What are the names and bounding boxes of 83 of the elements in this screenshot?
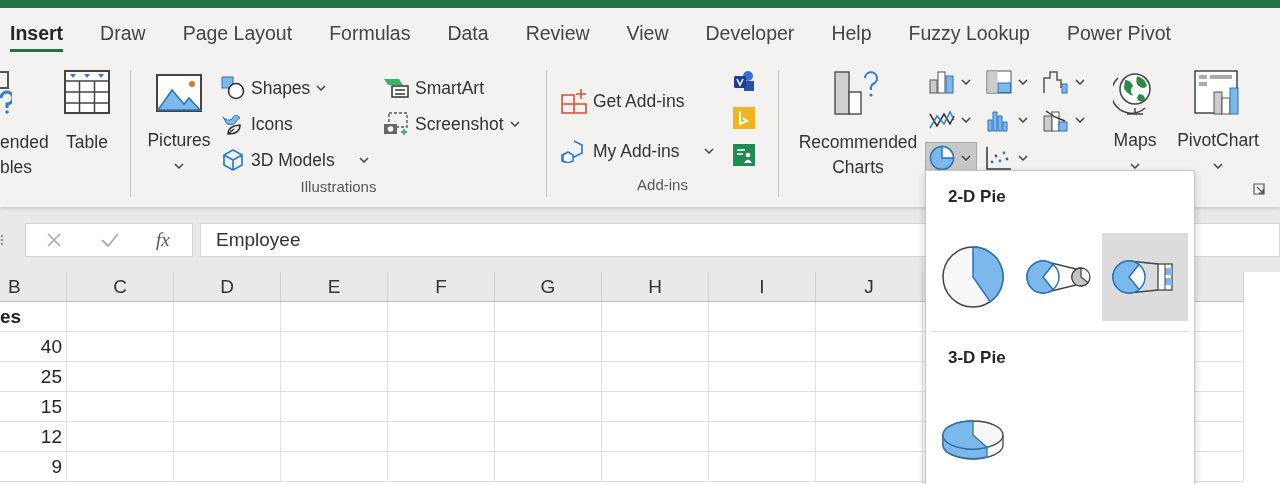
pivot-table-icon bbox=[0, 70, 12, 114]
caret-icon bbox=[1130, 163, 1140, 169]
column-header[interactable]: B bbox=[0, 272, 67, 302]
caret-icon bbox=[174, 163, 184, 169]
column-header[interactable]: G bbox=[495, 272, 602, 302]
caret-icon bbox=[316, 85, 327, 91]
table-cell: 40 bbox=[0, 332, 67, 362]
map-app-icon bbox=[733, 107, 755, 129]
ribbon-tab[interactable]: Help bbox=[831, 16, 872, 52]
scatter-chart-icon bbox=[986, 146, 1012, 170]
pie-of-pie-icon bbox=[1026, 259, 1092, 295]
combo-chart-icon bbox=[1043, 108, 1069, 132]
caret-icon bbox=[358, 157, 369, 163]
caret-icon bbox=[1018, 79, 1028, 85]
pivotchart-button[interactable]: PivotChart bbox=[1170, 70, 1266, 169]
ribbon-tab[interactable]: Fuzzy Lookup bbox=[908, 16, 1030, 52]
table-cell: 15 bbox=[0, 392, 67, 422]
ribbon-tab[interactable]: View bbox=[626, 16, 669, 52]
column-header[interactable]: I bbox=[709, 272, 816, 302]
caret-icon bbox=[1018, 155, 1028, 161]
people-graph-icon bbox=[733, 144, 755, 166]
add-ins-icon bbox=[561, 88, 587, 114]
visio-button[interactable] bbox=[733, 70, 755, 92]
shapes-icon bbox=[221, 76, 245, 100]
table-cell: 9 bbox=[0, 452, 67, 482]
treemap-icon bbox=[986, 70, 1012, 94]
maps-button[interactable]: Maps bbox=[1104, 70, 1166, 169]
3d-models-button[interactable]: 3D Models bbox=[221, 142, 383, 178]
recommended-charts-button[interactable]: Recommended Charts bbox=[793, 70, 923, 180]
column-header[interactable]: H bbox=[602, 272, 709, 302]
column-header[interactable]: F bbox=[388, 272, 495, 302]
pie-chart-icon bbox=[941, 245, 1005, 309]
smartart-icon bbox=[383, 77, 409, 99]
caret-icon bbox=[1213, 163, 1223, 169]
column-chart-icon bbox=[929, 70, 955, 94]
table-cell: es bbox=[0, 302, 67, 332]
grip-icon[interactable] bbox=[0, 232, 6, 247]
screenshot-icon bbox=[383, 112, 409, 136]
insert-function-button[interactable]: fx bbox=[156, 228, 170, 251]
people-graph-button[interactable] bbox=[733, 144, 755, 166]
pictures-button[interactable]: Pictures bbox=[139, 70, 219, 169]
cube-icon bbox=[221, 148, 245, 172]
my-add-ins-button[interactable]: My Add-ins bbox=[561, 126, 733, 176]
column-header[interactable]: D bbox=[174, 272, 281, 302]
table-button[interactable]: Table bbox=[56, 70, 118, 155]
group-label: Add-ins bbox=[636, 176, 689, 195]
caret-icon bbox=[1018, 117, 1028, 123]
ribbon-tab[interactable]: Formulas bbox=[329, 16, 411, 52]
column-header[interactable]: J bbox=[816, 272, 923, 302]
table-cell: 25 bbox=[0, 362, 67, 392]
column-header[interactable]: C bbox=[67, 272, 174, 302]
ribbon-tab[interactable]: Page Layout bbox=[182, 16, 293, 52]
table-icon bbox=[64, 70, 110, 114]
menu-section-title: 3-D Pie bbox=[947, 347, 1007, 369]
waterfall-chart-icon bbox=[1043, 70, 1069, 94]
caret-icon bbox=[703, 148, 714, 154]
dialog-launcher-icon[interactable] bbox=[1253, 182, 1265, 195]
column-header[interactable]: E bbox=[281, 272, 388, 302]
caret-icon bbox=[961, 155, 971, 161]
ribbon-tab[interactable]: Review bbox=[525, 16, 590, 52]
caret-icon bbox=[961, 117, 971, 123]
ribbon-tab[interactable]: Draw bbox=[100, 16, 146, 52]
ribbon-tab[interactable]: Data bbox=[447, 16, 489, 52]
pie-type-option[interactable] bbox=[1102, 233, 1188, 321]
get-add-ins-button[interactable]: Get Add-ins bbox=[561, 76, 733, 126]
caret-icon bbox=[1075, 79, 1085, 85]
caret-icon bbox=[509, 121, 520, 127]
group-label: Illustrations bbox=[299, 178, 378, 197]
picture-icon bbox=[156, 74, 202, 112]
ribbon-tab[interactable]: Power Pivot bbox=[1066, 16, 1171, 52]
table-cell: 12 bbox=[0, 422, 67, 452]
screenshot-button[interactable]: Screenshot bbox=[383, 106, 543, 142]
caret-icon bbox=[1075, 117, 1085, 123]
caret-icon bbox=[961, 79, 971, 85]
pivot-chart-icon bbox=[1194, 70, 1242, 116]
ribbon-tab[interactable]: Developer bbox=[705, 16, 795, 52]
icons-button[interactable]: Icons bbox=[221, 106, 383, 142]
shapes-button[interactable]: Shapes bbox=[221, 70, 383, 106]
ribbon-tab[interactable]: Insert bbox=[10, 16, 64, 52]
smartart-button[interactable]: SmartArt bbox=[383, 70, 543, 106]
diagram-app-icon bbox=[733, 70, 755, 92]
menu-section-title: 2-D Pie bbox=[947, 186, 1007, 208]
pivot-table-button[interactable]: ended bles bbox=[0, 70, 52, 180]
